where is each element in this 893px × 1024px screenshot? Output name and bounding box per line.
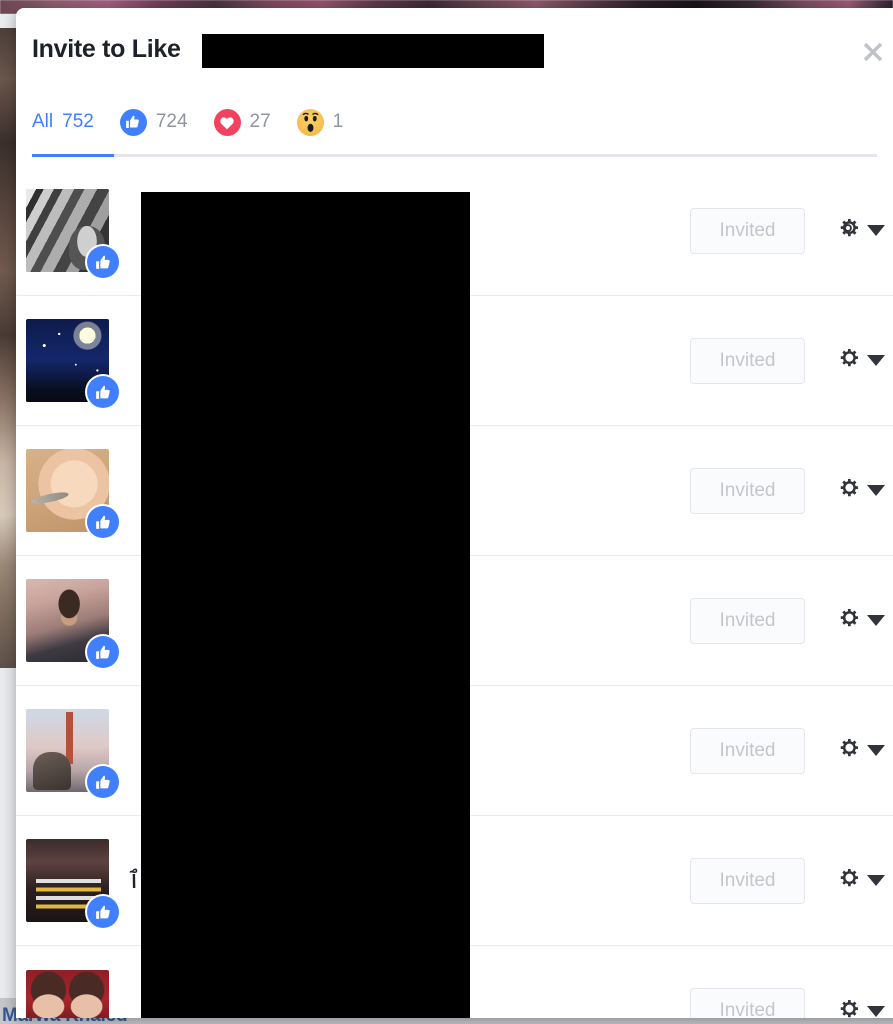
tab-all-label: All [32,111,54,132]
avatar[interactable] [26,579,119,668]
tab-wow-count: 1 [332,111,344,132]
close-icon[interactable] [857,36,889,68]
avatar[interactable] [26,839,119,928]
row-settings-menu[interactable] [835,345,893,376]
invite-button[interactable]: Invited [690,467,805,514]
dialog-header: Invite to Like [16,8,893,94]
love-icon [213,108,241,136]
gear-icon [835,475,861,506]
like-reaction-badge-icon [87,896,119,928]
tab-underline-active [32,154,114,157]
avatar[interactable] [26,709,119,798]
tab-all[interactable]: All 752 [32,94,120,150]
redacted-page-name [202,34,544,68]
redacted-names-overlay [141,192,470,1018]
like-reaction-badge-icon [87,246,119,278]
invite-to-like-dialog: Invite to Like All 752 724 27 1 Invited … [16,8,893,1018]
row-settings-menu[interactable] [835,996,893,1019]
reaction-filter-tabs: All 752 724 27 1 [16,94,893,166]
avatar[interactable] [26,189,119,278]
gear-icon [835,215,861,246]
invite-button[interactable]: Invited [690,727,805,774]
chevron-down-icon [867,615,885,626]
chevron-down-icon [867,745,885,756]
gear-icon [835,735,861,766]
like-reaction-badge-icon [87,766,119,798]
invite-button[interactable]: Invited [690,337,805,384]
row-settings-menu[interactable] [835,735,893,766]
avatar[interactable] [26,319,119,408]
tab-underline-track [32,154,877,157]
tab-like[interactable]: 724 [119,94,214,150]
tab-love-count: 27 [249,111,271,132]
gear-icon [835,605,861,636]
wow-icon [296,108,324,136]
like-reaction-badge-icon [87,376,119,408]
chevron-down-icon [867,355,885,366]
avatar[interactable] [26,449,119,538]
chevron-down-icon [867,225,885,236]
chevron-down-icon [867,485,885,496]
chevron-down-icon [867,1005,885,1017]
page-root: Marwa Khaled Invite to Like All 752 [0,0,893,1024]
tab-like-count: 724 [155,111,188,132]
row-settings-menu[interactable] [835,605,893,636]
tab-wow[interactable]: 1 [296,94,370,150]
gear-icon [835,345,861,376]
avatar-image [26,969,109,1018]
gear-icon [835,996,861,1019]
row-settings-menu[interactable] [835,475,893,506]
row-settings-menu[interactable] [835,865,893,896]
page-title: Invite to Like [32,35,181,63]
tab-love[interactable]: 27 [213,94,297,150]
invite-button[interactable]: Invited [690,597,805,644]
gear-icon [835,865,861,896]
invite-button[interactable]: Invited [690,988,805,1018]
like-reaction-badge-icon [87,506,119,538]
avatar[interactable] [26,969,109,1018]
like-icon [119,108,147,136]
invite-button[interactable]: Invited [690,207,805,254]
like-reaction-badge-icon [87,636,119,668]
row-settings-menu[interactable] [835,215,893,246]
invite-button[interactable]: Invited [690,857,805,904]
tab-all-count: 752 [62,111,94,132]
chevron-down-icon [867,875,885,886]
